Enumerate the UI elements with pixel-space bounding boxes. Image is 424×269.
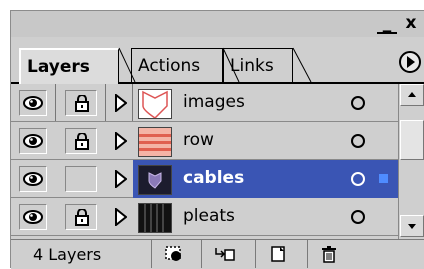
- layers-palette: _ x Layers Actions Links images row cabl…: [10, 10, 424, 269]
- scroll-up-button[interactable]: [400, 84, 424, 106]
- make-clipping-mask-button[interactable]: [151, 240, 195, 268]
- visibility-toggle[interactable]: [19, 128, 47, 154]
- target-circle-icon[interactable]: [351, 134, 365, 148]
- minimize-button[interactable]: _: [377, 14, 397, 34]
- trash-icon: [322, 246, 336, 263]
- visibility-toggle[interactable]: [19, 204, 47, 230]
- eye-icon: [23, 96, 43, 110]
- palette-footer: 4 Layers: [11, 239, 424, 269]
- layer-row[interactable]: row: [11, 122, 398, 160]
- arrow-up-icon: [408, 92, 416, 97]
- lock-icon: [75, 95, 89, 112]
- pleats-thumbnail-icon: [139, 204, 171, 232]
- layer-row-selected[interactable]: cables: [11, 160, 398, 198]
- target-circle-icon[interactable]: [351, 172, 365, 186]
- palette-titlebar[interactable]: _ x: [11, 11, 424, 37]
- scroll-thumb[interactable]: [400, 120, 424, 160]
- target-circle-icon[interactable]: [351, 96, 365, 110]
- expand-triangle-icon[interactable]: [115, 132, 127, 150]
- layer-thumbnail: [138, 165, 172, 195]
- create-sublayer-button[interactable]: [201, 240, 245, 268]
- eye-icon: [23, 210, 43, 224]
- lock-toggle[interactable]: [65, 204, 97, 230]
- layer-name: row: [183, 130, 214, 150]
- expand-triangle-icon[interactable]: [115, 94, 127, 112]
- layer-name: pleats: [183, 206, 235, 226]
- layer-count: 4 Layers: [33, 245, 102, 264]
- vertical-scrollbar[interactable]: [398, 84, 424, 239]
- tab-layers-label: Layers: [27, 57, 90, 77]
- visibility-toggle[interactable]: [19, 166, 47, 192]
- expand-triangle-icon[interactable]: [115, 208, 127, 226]
- layer-row[interactable]: pleats: [11, 198, 398, 236]
- layer-list: images row cables pleats: [11, 84, 398, 239]
- stripes-thumbnail-icon: [139, 128, 171, 156]
- scroll-down-button[interactable]: [400, 215, 424, 237]
- delete-layer-button[interactable]: [307, 240, 351, 268]
- arrow-down-icon: [408, 224, 416, 229]
- lock-toggle[interactable]: [65, 128, 97, 154]
- close-button[interactable]: x: [401, 14, 421, 34]
- clipping-mask-icon: [165, 246, 181, 261]
- lock-icon: [75, 133, 89, 150]
- layer-name: images: [183, 92, 245, 112]
- new-sublayer-icon: [215, 248, 235, 261]
- shield-dark-icon: [139, 166, 171, 194]
- lock-toggle[interactable]: [65, 90, 97, 116]
- eye-icon: [23, 134, 43, 148]
- layer-thumbnail: [138, 127, 172, 157]
- selection-marker-icon: [379, 174, 388, 183]
- layer-name: cables: [183, 168, 245, 188]
- visibility-toggle[interactable]: [19, 90, 47, 116]
- layer-row[interactable]: images: [11, 84, 398, 122]
- expand-triangle-icon[interactable]: [115, 170, 127, 188]
- create-new-layer-button[interactable]: [255, 240, 299, 268]
- palette-menu-button[interactable]: [399, 51, 421, 73]
- new-layer-icon: [271, 246, 285, 262]
- lock-toggle[interactable]: [65, 166, 97, 192]
- palette-tabs: Layers Actions Links: [11, 37, 424, 84]
- shield-outline-icon: [142, 90, 168, 118]
- layer-thumbnail: [138, 89, 172, 119]
- lock-icon: [75, 209, 89, 226]
- layer-thumbnail: [138, 203, 172, 233]
- target-circle-icon[interactable]: [351, 210, 365, 224]
- tab-layers[interactable]: Layers: [19, 48, 119, 84]
- eye-icon: [23, 172, 43, 186]
